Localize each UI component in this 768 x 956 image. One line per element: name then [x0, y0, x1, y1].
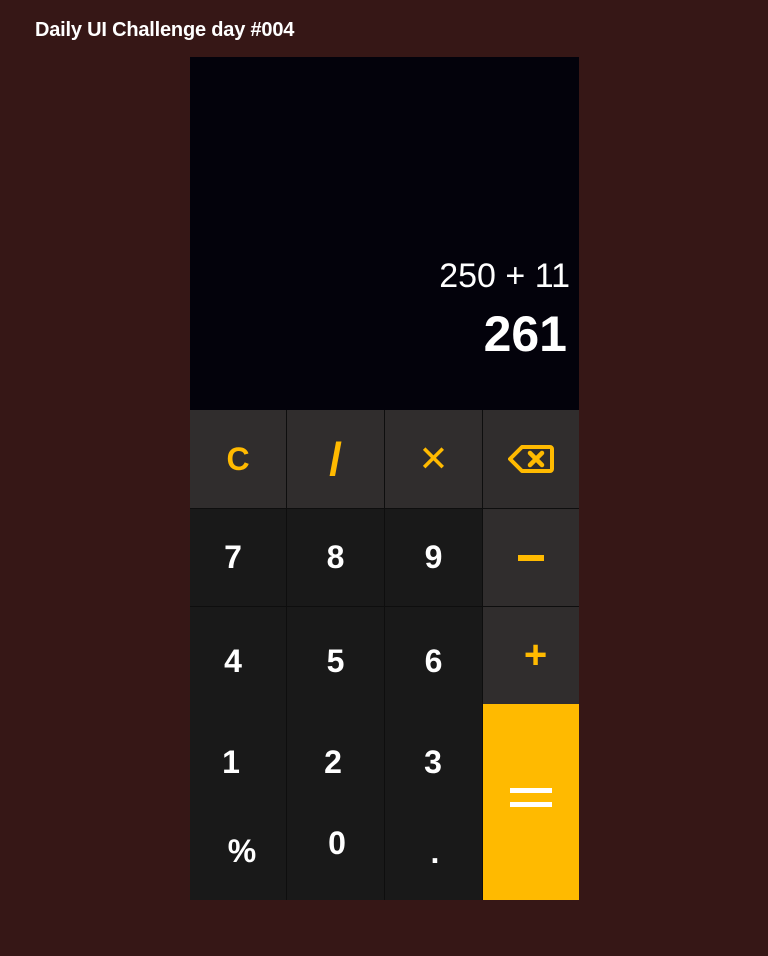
divide-button[interactable]: /	[286, 410, 384, 508]
clear-button[interactable]: C	[190, 410, 286, 508]
five-label: 5	[326, 643, 345, 679]
divide-label: /	[329, 433, 342, 485]
backspace-icon	[508, 445, 554, 473]
four-button[interactable]: 4	[190, 606, 286, 704]
minus-icon	[518, 554, 544, 561]
multiply-label: ✕	[418, 438, 449, 479]
two-button[interactable]: 2	[286, 717, 384, 807]
zero-button[interactable]: 0	[286, 807, 384, 897]
plus-label: +	[523, 633, 548, 677]
percent-label: %	[227, 832, 257, 869]
decimal-button[interactable]: .	[384, 807, 482, 897]
minus-button[interactable]	[482, 508, 579, 606]
two-label: 2	[324, 743, 342, 780]
seven-button[interactable]: 7	[190, 508, 286, 606]
eight-label: 8	[326, 539, 345, 575]
seven-label: 7	[224, 539, 242, 575]
backspace-button[interactable]	[482, 410, 579, 508]
expression-display: 250 + 11	[439, 257, 570, 295]
one-label: 1	[222, 743, 240, 780]
result-display: 261	[483, 306, 567, 362]
eight-button[interactable]: 8	[286, 508, 384, 606]
equals-icon	[483, 704, 580, 900]
equals-button[interactable]	[482, 704, 579, 900]
multiply-button[interactable]: ✕	[384, 410, 482, 508]
three-button[interactable]: 3	[384, 717, 482, 807]
clear-label: C	[226, 440, 250, 477]
five-button[interactable]: 5	[286, 606, 384, 704]
six-label: 6	[424, 643, 443, 679]
plus-button[interactable]: +	[482, 606, 579, 704]
decimal-label: .	[430, 833, 440, 870]
nine-label: 9	[424, 539, 443, 575]
zero-label: 0	[328, 824, 346, 861]
six-button[interactable]: 6	[384, 606, 482, 704]
page-title: Daily UI Challenge day #004	[35, 19, 295, 41]
display-panel: 250 + 11 261	[190, 57, 579, 410]
one-button[interactable]: 1	[190, 717, 286, 807]
calculator: 250 + 11 261 C / ✕ 7 8 9 4 5 6 + 1 2 3 %…	[190, 57, 579, 900]
four-label: 4	[224, 643, 242, 679]
three-label: 3	[424, 743, 442, 780]
percent-button[interactable]: %	[190, 807, 286, 897]
nine-button[interactable]: 9	[384, 508, 482, 606]
